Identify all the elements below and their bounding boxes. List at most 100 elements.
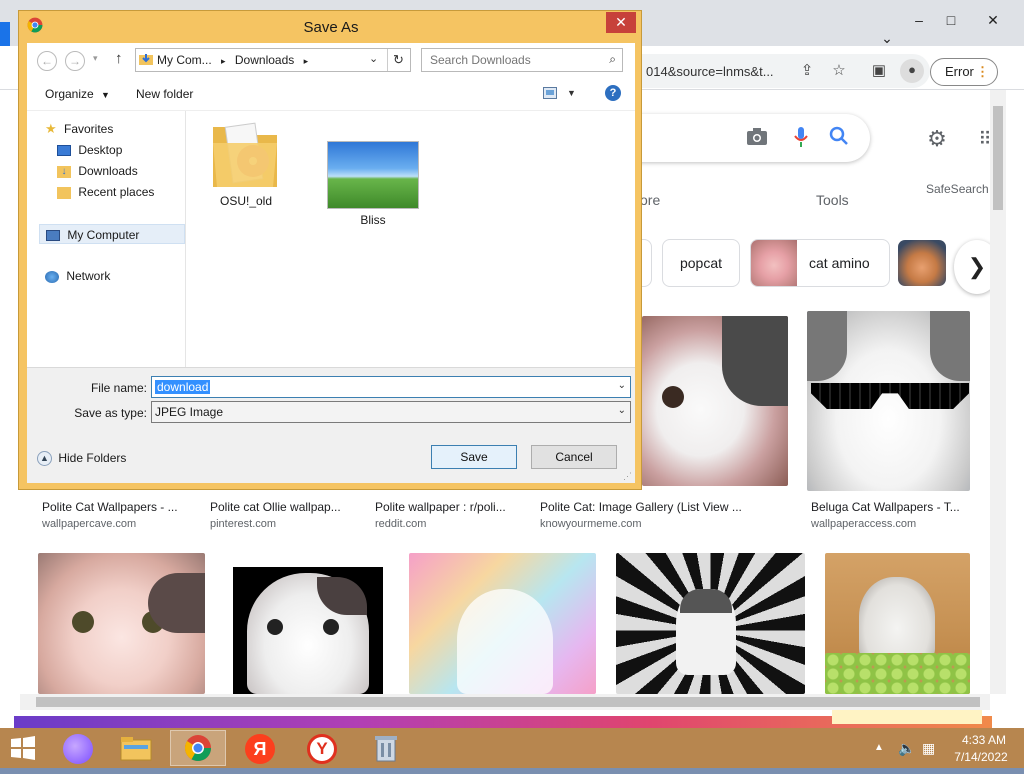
clock-date[interactable]: 7/14/2022 — [948, 750, 1014, 764]
dialog-title: Save As — [303, 19, 359, 36]
chevron-down-icon[interactable]: ⌄ — [618, 380, 626, 391]
result-source[interactable]: knowyourmeme.com — [540, 518, 641, 530]
recycle-bin-icon[interactable] — [358, 730, 414, 766]
breadcrumb-my-computer[interactable]: My Com... — [157, 53, 212, 67]
view-dropdown-icon[interactable]: ▼ — [567, 88, 576, 98]
chip-popcat[interactable]: popcat — [662, 239, 740, 287]
hide-folders-button[interactable]: ▲ Hide Folders — [37, 451, 127, 467]
result-source[interactable]: reddit.com — [375, 518, 426, 530]
bookmark-star-icon[interactable]: ☆ — [828, 60, 850, 82]
minimize-button[interactable]: – — [904, 8, 934, 32]
close-button[interactable]: ✕ — [978, 8, 1008, 32]
result-source[interactable]: wallpapercave.com — [42, 518, 136, 530]
tray-chevron-up-icon[interactable]: ▲ — [874, 742, 884, 753]
nav-favorites[interactable]: ★ Favorites — [45, 119, 113, 139]
recent-locations-chevron-icon[interactable]: ▾ — [93, 53, 98, 64]
result-title[interactable]: Polite wallpaper : r/poli... — [375, 500, 506, 514]
downloads-icon: ↓ — [57, 165, 71, 178]
breadcrumb[interactable]: My Com... ▸ Downloads ▸ — [157, 53, 314, 67]
file-name-field[interactable]: download ⌄ — [151, 376, 631, 398]
start-button[interactable] — [0, 730, 46, 766]
cancel-button[interactable]: Cancel — [531, 445, 617, 469]
result-image-polite-cat[interactable] — [642, 316, 788, 486]
search-tab-tools[interactable]: Tools — [816, 192, 849, 208]
file-item-folder[interactable]: OSU!_old — [211, 117, 281, 215]
result-title[interactable]: Polite Cat Wallpapers - ... — [42, 500, 178, 514]
view-options-icon[interactable] — [543, 87, 557, 99]
folder-icon — [213, 122, 277, 187]
nav-downloads[interactable]: ↓ Downloads — [57, 161, 138, 181]
help-icon[interactable]: ? — [605, 85, 621, 101]
chip-thumbnail — [898, 240, 946, 286]
result-source[interactable]: pinterest.com — [210, 518, 276, 530]
file-name-label: OSU!_old — [219, 194, 273, 208]
nav-network[interactable]: Network — [45, 266, 110, 286]
result-title[interactable]: Beluga Cat Wallpapers - T... — [811, 500, 960, 514]
yandex-browser-icon[interactable]: Я — [232, 730, 288, 766]
up-arrow-icon[interactable]: ↑ — [115, 50, 123, 67]
new-folder-button[interactable]: New folder — [136, 87, 193, 101]
search-tab-more[interactable]: ore — [640, 192, 660, 208]
organize-menu-button[interactable]: Organize ▼ — [45, 87, 110, 101]
nav-my-computer-label: My Computer — [67, 228, 140, 242]
side-panel-icon[interactable]: ▣ — [868, 60, 890, 82]
forward-arrow-icon[interactable]: → — [65, 51, 85, 71]
save-as-type-select[interactable]: JPEG Image ⌄ — [151, 401, 631, 423]
nav-recent-places-label: Recent places — [78, 185, 155, 199]
result-title[interactable]: Polite cat Ollie wallpap... — [210, 500, 341, 514]
result-image[interactable] — [825, 553, 970, 694]
assistant-icon[interactable] — [50, 730, 106, 766]
file-explorer-icon[interactable] — [108, 730, 164, 766]
horizontal-scrollbar-thumb[interactable] — [36, 697, 980, 707]
nav-my-computer[interactable]: My Computer — [39, 224, 185, 244]
clock-time[interactable]: 4:33 AM — [952, 733, 1016, 747]
organize-label: Organize — [45, 87, 94, 101]
chevron-down-icon[interactable]: ⌄ — [618, 405, 626, 416]
nav-desktop[interactable]: Desktop — [57, 140, 122, 160]
computer-icon — [46, 230, 60, 242]
result-title[interactable]: Polite Cat: Image Gallery (List View ... — [540, 500, 742, 514]
chrome-taskbar-icon[interactable] — [170, 730, 226, 766]
search-downloads-box[interactable]: ⌕ — [421, 48, 623, 72]
search-icon[interactable] — [826, 126, 852, 152]
save-button[interactable]: Save — [431, 445, 517, 469]
file-item-image[interactable]: Bliss — [323, 141, 423, 227]
chip-thumbnail — [751, 240, 797, 286]
result-image[interactable] — [38, 553, 205, 694]
refresh-icon[interactable]: ↻ — [387, 49, 409, 71]
settings-gear-icon[interactable]: ⚙ — [924, 126, 950, 152]
result-image[interactable] — [225, 553, 389, 694]
result-image[interactable] — [409, 553, 596, 694]
search-icon[interactable]: ⌕ — [609, 52, 616, 67]
address-dropdown-icon[interactable]: ⌄ — [369, 52, 378, 65]
downloads-folder-icon — [139, 52, 153, 66]
microphone-icon[interactable] — [788, 126, 814, 152]
resize-grip-icon[interactable]: ⋰ — [623, 471, 632, 482]
result-source[interactable]: wallpaperaccess.com — [811, 518, 916, 530]
speaker-muted-icon[interactable]: 🔈 — [898, 740, 915, 757]
back-arrow-icon[interactable]: ← — [37, 51, 57, 71]
safesearch-toggle[interactable]: SafeSearch — [926, 182, 989, 196]
save-as-type-value: JPEG Image — [155, 405, 224, 419]
maximize-button[interactable]: □ — [936, 8, 966, 32]
nav-network-label: Network — [66, 269, 111, 283]
result-image-beluga-cat[interactable] — [807, 311, 970, 491]
dialog-close-button[interactable]: ✕ — [606, 12, 636, 33]
file-name-label: File name: — [90, 381, 147, 395]
result-image[interactable] — [616, 553, 805, 694]
camera-icon[interactable] — [744, 126, 770, 152]
pane-divider[interactable] — [185, 111, 186, 367]
profile-avatar-icon[interactable]: ● — [900, 59, 924, 83]
share-icon[interactable]: ⇪ — [796, 60, 818, 82]
network-icon[interactable]: ▦ — [922, 740, 935, 757]
breadcrumb-separator-icon: ▸ — [303, 56, 309, 66]
hide-folders-label: Hide Folders — [58, 451, 127, 465]
nav-recent-places[interactable]: Recent places — [57, 182, 154, 202]
breadcrumb-downloads[interactable]: Downloads — [235, 53, 294, 67]
yandex-icon[interactable]: Y — [294, 730, 350, 766]
file-name-input[interactable]: download — [155, 380, 211, 394]
vertical-scrollbar-thumb[interactable] — [993, 106, 1003, 210]
search-downloads-input[interactable] — [428, 50, 598, 70]
error-button[interactable]: Error ⋮ — [930, 58, 998, 86]
file-list: OSU!_old Bliss — [191, 111, 631, 367]
